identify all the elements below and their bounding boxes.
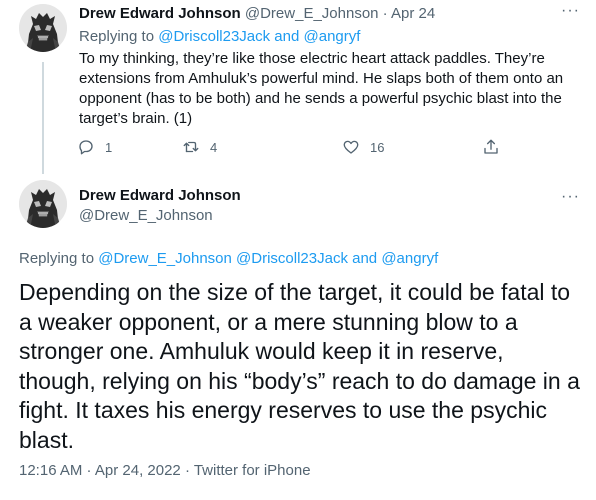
user-handle[interactable]: @Drew_E_Johnson [79, 206, 241, 226]
replying-and[interactable]: and [348, 250, 381, 267]
mention-link[interactable]: @angryf [381, 250, 438, 267]
separator-dot: · [378, 5, 392, 22]
avatar-image [19, 4, 67, 52]
replying-prefix: Replying to [79, 28, 159, 45]
display-name[interactable]: Drew Edward Johnson [79, 187, 241, 204]
like-button[interactable]: 16 [342, 138, 384, 156]
user-handle[interactable]: @Drew_E_Johnson [245, 5, 379, 22]
share-icon [484, 139, 498, 154]
replying-to: Replying to @Driscoll23Jack and @angryf [79, 27, 579, 47]
more-icon[interactable]: ··· [561, 189, 580, 205]
mention-link[interactable]: @Driscoll23Jack [158, 28, 270, 45]
tweet-1[interactable]: Drew Edward Johnson @Drew_E_Johnson · Ap… [0, 0, 596, 174]
display-name[interactable]: Drew Edward Johnson [79, 5, 241, 22]
mention-link[interactable]: @Driscoll23Jack [236, 250, 348, 267]
heart-icon [343, 140, 359, 154]
reply-icon [79, 140, 93, 155]
avatar-image [19, 180, 67, 228]
author-block: Drew Edward Johnson @Drew_E_Johnson [79, 186, 241, 226]
reply-button[interactable]: 1 [77, 138, 112, 156]
share-button[interactable] [482, 138, 510, 156]
reply-count: 1 [105, 139, 113, 155]
replying-and[interactable]: and [270, 28, 303, 45]
tweet-actions: 1 4 16 [77, 138, 507, 162]
avatar[interactable] [19, 180, 67, 228]
more-icon[interactable]: ··· [561, 3, 580, 19]
avatar[interactable] [19, 4, 67, 52]
tweet-header: Drew Edward Johnson @Drew_E_Johnson · Ap… [79, 4, 579, 24]
like-count: 16 [370, 139, 385, 155]
retweet-icon [183, 141, 199, 153]
retweet-button[interactable]: 4 [182, 138, 217, 156]
tweet-body: Drew Edward Johnson @Drew_E_Johnson · Ap… [79, 4, 579, 129]
replying-prefix: Replying to [19, 250, 99, 267]
mention-link[interactable]: @Drew_E_Johnson [98, 250, 232, 267]
tweet-text: Depending on the size of the target, it … [19, 279, 580, 453]
tweet-2: Drew Edward Johnson @Drew_E_Johnson ··· … [0, 172, 596, 500]
mention-link[interactable]: @angryf [304, 28, 361, 45]
retweet-count: 4 [210, 139, 218, 155]
thread-line [42, 62, 44, 174]
tweet-text: To my thinking, they’re like those elect… [79, 50, 564, 127]
replying-to: Replying to @Drew_E_Johnson @Driscoll23J… [19, 249, 438, 269]
tweet-date[interactable]: Apr 24 [391, 5, 435, 22]
tweet-timestamp[interactable]: 12:16 AM · Apr 24, 2022 · Twitter for iP… [19, 462, 311, 479]
